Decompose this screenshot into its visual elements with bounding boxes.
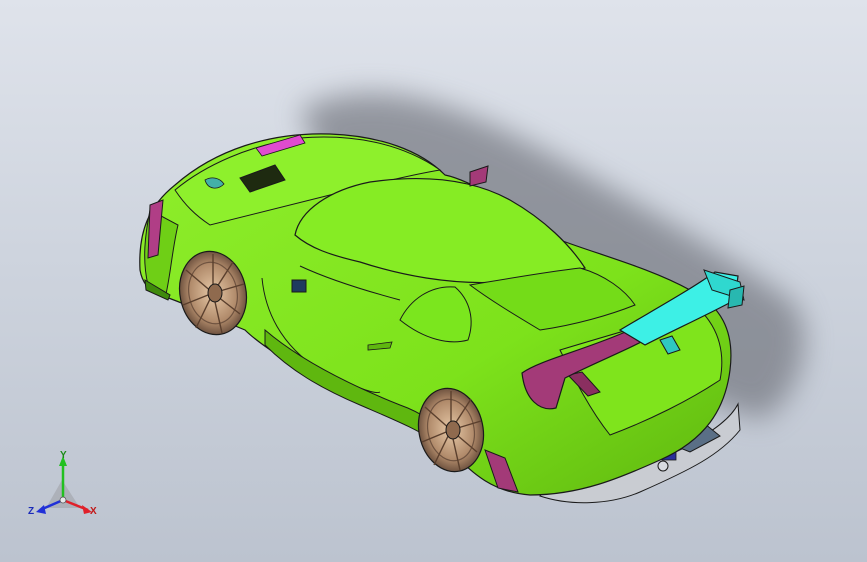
triad-x-label: X (90, 506, 97, 517)
triad-y-label: Y (60, 450, 67, 461)
triad-z-arrow-icon (36, 505, 46, 514)
triad-z-label: Z (28, 506, 34, 517)
graphics-viewport[interactable]: Y X Z (0, 0, 867, 562)
cad-scene[interactable]: Y X Z (0, 0, 867, 562)
axis-triad: Y X Z (28, 450, 97, 517)
triad-origin-icon (59, 496, 67, 504)
